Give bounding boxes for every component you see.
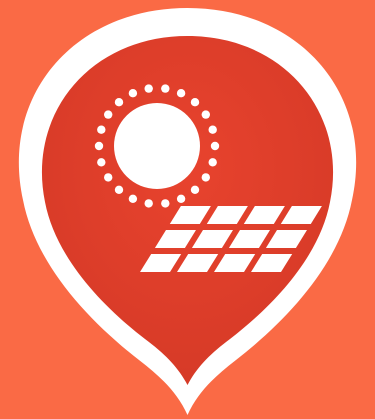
sun-ray xyxy=(201,173,210,182)
icon-canvas xyxy=(0,0,375,419)
sun-ray xyxy=(208,158,217,167)
sun-ray xyxy=(176,194,186,203)
sun-ray xyxy=(97,158,106,167)
sun-core xyxy=(114,103,200,189)
sun-ray xyxy=(208,125,217,134)
sun-ray xyxy=(114,98,124,107)
sun-ray xyxy=(144,84,153,93)
sun-ray xyxy=(161,84,170,93)
sun-ray xyxy=(201,110,210,119)
sun-ray xyxy=(128,89,138,98)
sun-ray xyxy=(190,98,200,107)
sun-ray xyxy=(161,199,170,208)
sun-ray xyxy=(104,173,113,182)
sun-ray xyxy=(190,185,200,194)
sun-ray xyxy=(104,110,113,119)
sun-ray xyxy=(94,141,104,151)
sun-ray xyxy=(97,125,106,134)
sun-ray xyxy=(210,141,220,151)
solar-energy-location-pin-icon xyxy=(0,0,375,419)
sun-ray xyxy=(176,89,186,98)
sun-ray xyxy=(128,194,138,203)
sun-ray xyxy=(114,185,124,194)
sun-ray xyxy=(144,199,153,208)
